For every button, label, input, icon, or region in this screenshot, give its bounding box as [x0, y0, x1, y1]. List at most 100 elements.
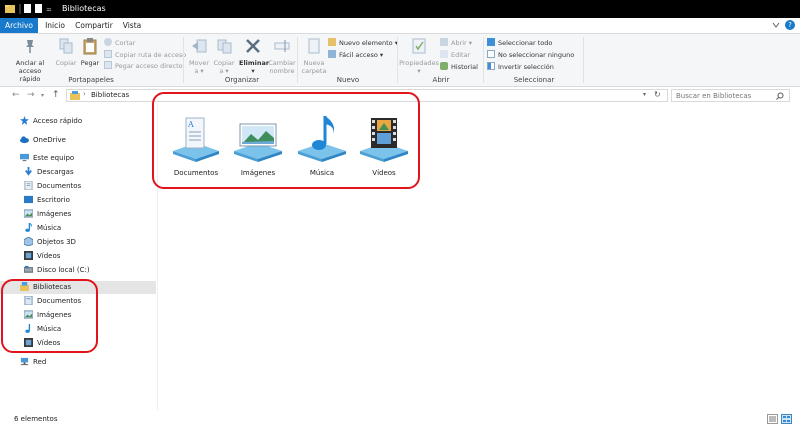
copy-path-button[interactable]: Copiar ruta de acceso [104, 50, 186, 60]
paste-button[interactable]: Pegar [79, 37, 101, 67]
up-arrow-icon[interactable]: ↑ [52, 90, 60, 100]
select-none-label: No seleccionar ninguno [498, 51, 575, 59]
invert-selection-label: Invertir selección [498, 63, 554, 71]
open-button[interactable]: Abrir ▾ [440, 38, 472, 48]
edit-button[interactable]: Editar [440, 50, 470, 60]
help-icon[interactable]: ? [785, 20, 795, 30]
nav-label: Descargas [37, 168, 74, 176]
nav-item-acceso-rapido[interactable]: Acceso rápido [20, 115, 82, 128]
nav-label: OneDrive [33, 136, 66, 144]
easy-access-button[interactable]: Fácil acceso ▾ [328, 50, 383, 60]
breadcrumb-chevron-icon[interactable]: › [83, 90, 86, 98]
status-bar: 6 elementos [0, 410, 800, 431]
properties-icon [412, 38, 426, 54]
rename-button[interactable]: Cambiar nombre [268, 37, 296, 75]
invert-selection-icon [487, 62, 495, 70]
new-folder-label-2: carpeta [301, 67, 327, 75]
group-seleccionar: Seleccionar todo No seleccionar ninguno … [484, 34, 584, 86]
search-input[interactable] [676, 90, 771, 101]
edit-label: Editar [451, 51, 471, 59]
rename-label-2: nombre [269, 67, 295, 75]
scissors-icon [104, 38, 112, 46]
tab-vista[interactable]: Vista [120, 18, 144, 33]
download-icon [25, 167, 32, 176]
cut-button[interactable]: Cortar [104, 38, 135, 48]
recent-chevron-icon[interactable]: ▾ [41, 92, 44, 99]
group-abrir: Propiedades ▾ Abrir ▾ Editar Historial A… [398, 34, 484, 86]
breadcrumb[interactable]: Bibliotecas [91, 91, 129, 99]
delete-button[interactable]: Eliminar ▾ [239, 37, 270, 75]
history-button[interactable]: Historial [440, 62, 478, 72]
pin-icon [26, 40, 34, 53]
move-to-button[interactable]: Mover a ▾ [187, 37, 211, 75]
ribbon-separator [583, 37, 584, 83]
tab-inicio[interactable]: Inicio [42, 18, 68, 33]
select-all-icon [487, 38, 495, 46]
svg-text:=: = [46, 6, 52, 14]
nav-label: Documentos [37, 182, 82, 190]
new-folder-button[interactable]: Nueva carpeta [300, 37, 328, 75]
tab-compartir[interactable]: Compartir [74, 18, 114, 33]
pin-label-1: Anclar al [15, 59, 45, 67]
delete-label-1: Eliminar [239, 59, 270, 67]
large-icons-view-icon[interactable] [781, 414, 792, 424]
quick-access-toolbar[interactable]: = [4, 3, 54, 15]
back-arrow-icon[interactable]: ← [12, 90, 20, 100]
new-item-button[interactable]: Nuevo elemento ▾ [328, 38, 398, 48]
nav-item-red[interactable]: Red [20, 356, 46, 369]
paste-label: Pegar [80, 59, 100, 67]
film-icon [24, 251, 33, 260]
library-item-documentos[interactable]: A Documentos [166, 114, 226, 177]
paste-shortcut-button[interactable]: Pegar acceso directo [104, 61, 183, 71]
select-all-button[interactable]: Seleccionar todo [487, 38, 552, 48]
search-box[interactable] [671, 89, 790, 102]
nav-item-videos[interactable]: Vídeos [24, 250, 60, 263]
nav-item-objetos-3d[interactable]: Objetos 3D [24, 236, 76, 249]
library-item-videos[interactable]: Vídeos [354, 114, 414, 177]
select-none-icon [487, 50, 495, 58]
nav-label: Objetos 3D [37, 238, 76, 246]
copy-to-button[interactable]: Copiar a ▾ [212, 37, 236, 75]
nav-item-disco-local[interactable]: Disco local (C:) [24, 264, 90, 277]
library-icon [70, 91, 80, 100]
ribbon-collapse-icon[interactable] [772, 22, 780, 29]
library-item-imagenes[interactable]: Imágenes [228, 114, 288, 177]
open-icon [440, 38, 448, 46]
nav-label: Vídeos [37, 252, 61, 260]
copy-to-label-1: Copiar [213, 59, 235, 67]
nav-label: Disco local (C:) [37, 266, 90, 274]
music-note-icon [25, 223, 32, 232]
invert-selection-button[interactable]: Invertir selección [487, 62, 554, 72]
edit-icon [440, 50, 448, 58]
tab-archivo[interactable]: Archivo [0, 18, 38, 33]
search-icon[interactable] [776, 92, 784, 100]
nav-item-descargas[interactable]: Descargas [24, 166, 74, 179]
nav-item-escritorio[interactable]: Escritorio [24, 194, 70, 207]
copy-button[interactable]: Copiar [55, 37, 77, 67]
delete-x-icon [246, 39, 260, 53]
select-none-button[interactable]: No seleccionar ninguno [487, 50, 574, 60]
group-label-nuevo: Nuevo [336, 76, 360, 84]
move-to-label-1: Mover [188, 59, 210, 67]
address-dropdown-icon[interactable]: ▾ [643, 91, 646, 98]
details-view-icon[interactable] [767, 414, 778, 424]
videos-library-icon [360, 118, 408, 162]
nav-item-musica[interactable]: Música [24, 222, 61, 235]
computer-icon [20, 153, 29, 162]
library-item-musica[interactable]: Música [292, 114, 352, 177]
forward-arrow-icon[interactable]: → [27, 90, 35, 100]
nav-item-documentos[interactable]: Documentos [24, 180, 81, 193]
copy-path-icon [104, 50, 112, 58]
copy-label: Copiar [55, 59, 77, 67]
properties-button[interactable]: Propiedades ▾ [399, 37, 439, 75]
refresh-icon[interactable]: ↻ [654, 90, 661, 99]
nav-item-onedrive[interactable]: OneDrive [20, 134, 66, 147]
copy-path-label: Copiar ruta de acceso [115, 51, 187, 59]
ribbon-tabs: Archivo Inicio Compartir Vista ? [0, 18, 800, 34]
history-label: Historial [451, 63, 478, 71]
cube-icon [24, 237, 33, 246]
nav-item-este-equipo[interactable]: Este equipo [20, 152, 74, 165]
nav-item-imagenes[interactable]: Imágenes [24, 208, 71, 221]
group-portapapeles: Anclar al acceso rápido Copiar Pegar Cor… [0, 34, 186, 86]
nav-label: Imágenes [37, 210, 72, 218]
